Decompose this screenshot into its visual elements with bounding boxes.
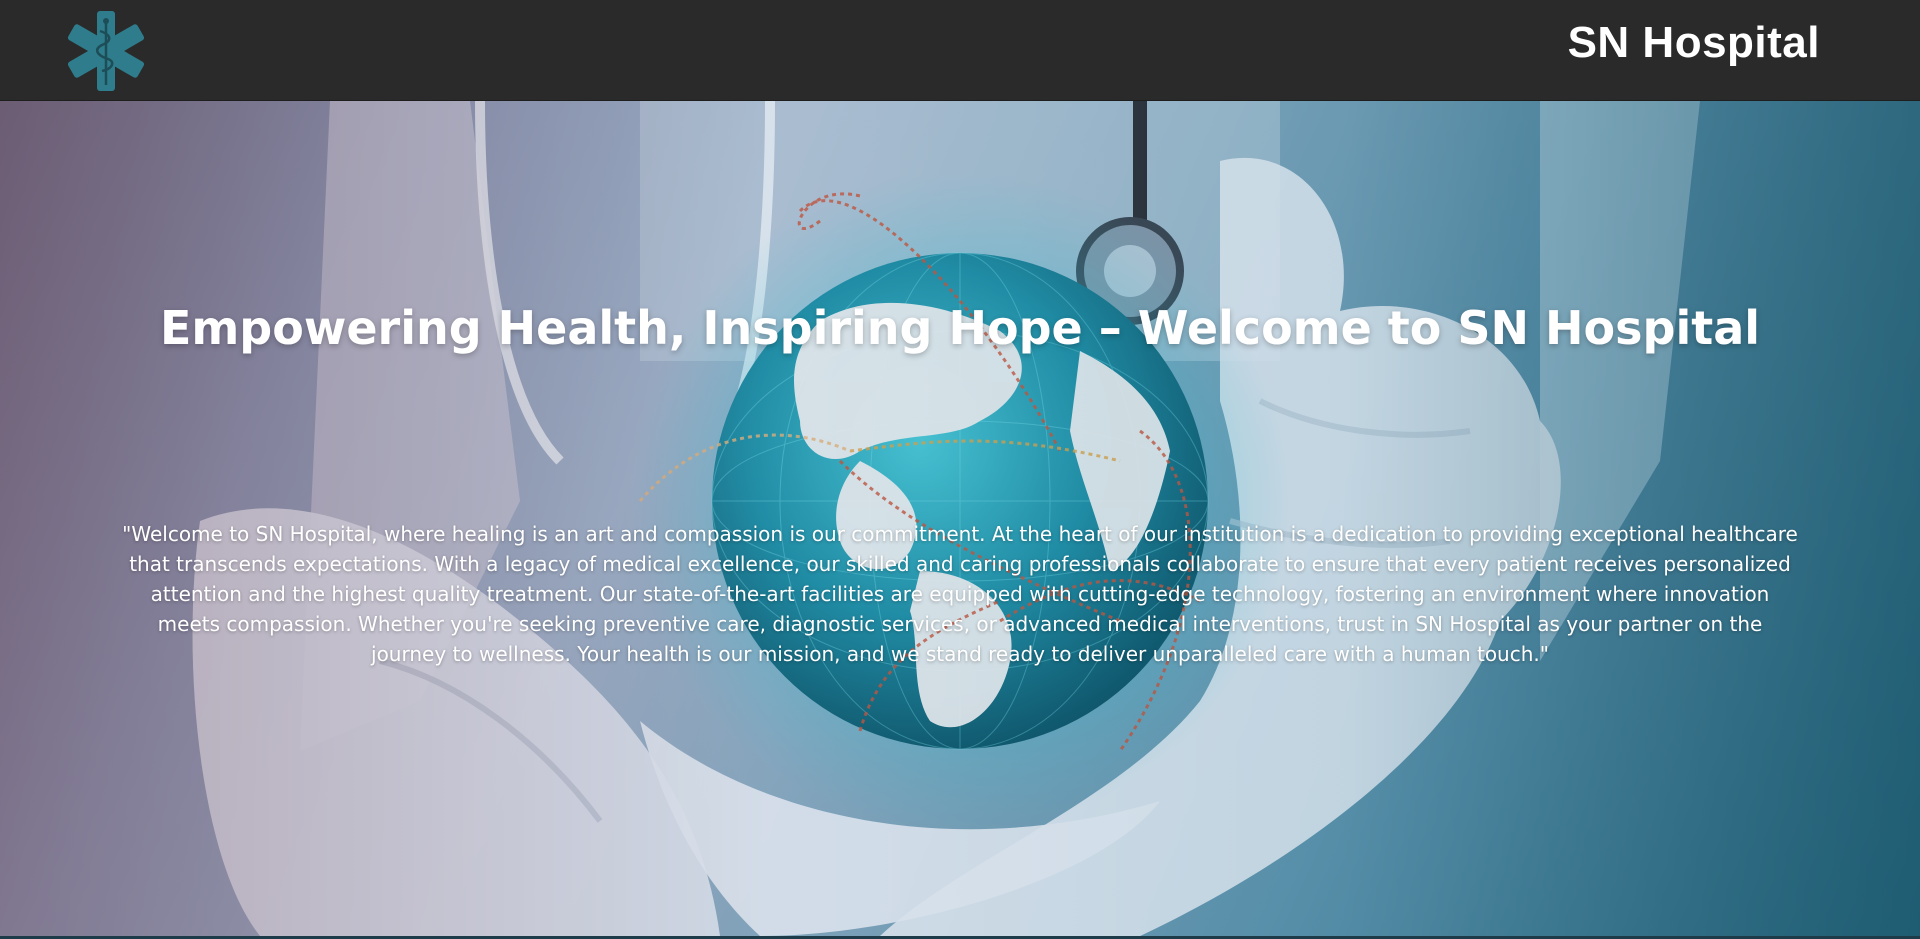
hero-section: Empowering Health, Inspiring Hope – Welc…: [0, 101, 1920, 936]
brand-name[interactable]: SN Hospital: [1568, 18, 1820, 68]
hero-headline: Empowering Health, Inspiring Hope – Welc…: [159, 301, 1761, 355]
hero-intro-text: "Welcome to SN Hospital, where healing i…: [122, 522, 1798, 666]
navbar: SN Hospital: [0, 0, 1920, 101]
star-of-life-icon[interactable]: [64, 9, 148, 93]
